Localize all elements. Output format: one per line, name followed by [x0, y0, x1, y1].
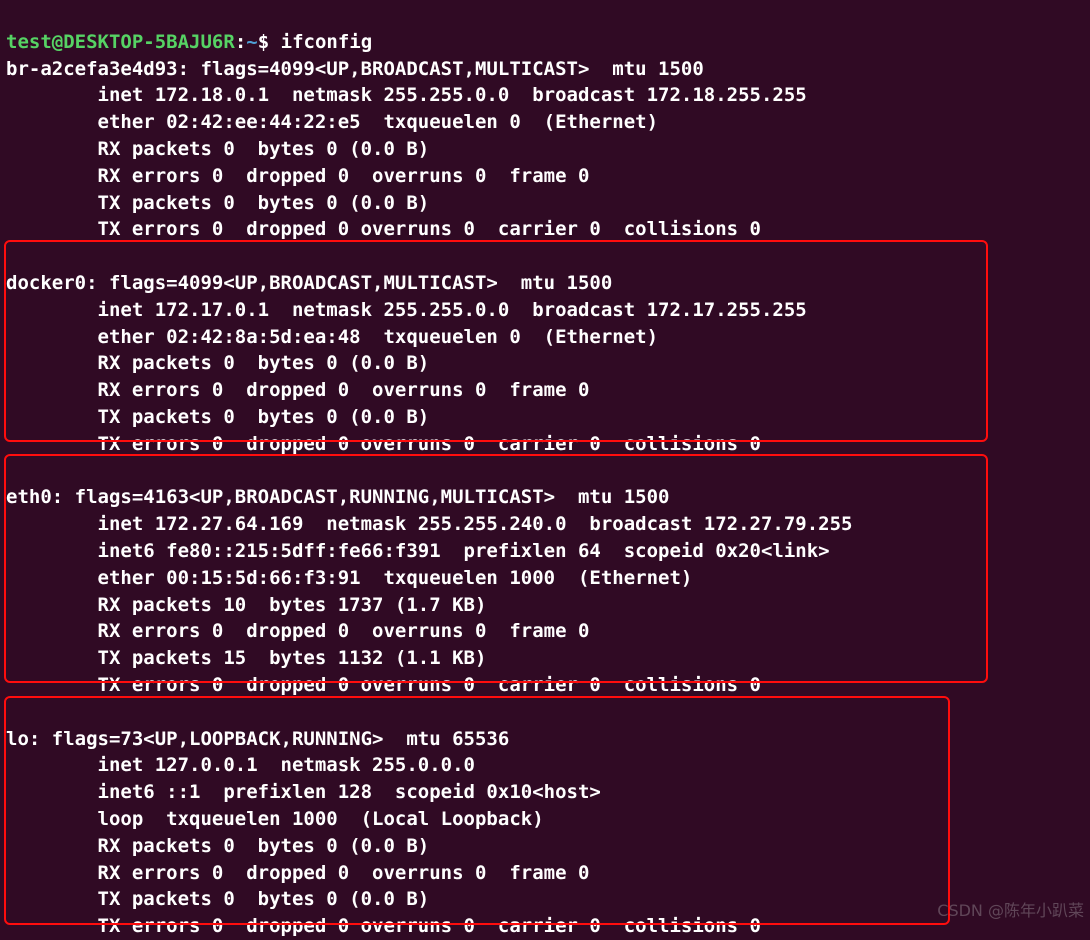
prompt-colon: : [235, 31, 246, 53]
blank [6, 701, 17, 723]
iface0-rxp: RX packets 0 bytes 0 (0.0 B) [6, 138, 429, 160]
iface0-txe: TX errors 0 dropped 0 overruns 0 carrier… [6, 218, 761, 240]
iface2-ether: ether 00:15:5d:66:f3:91 txqueuelen 1000 … [6, 567, 692, 589]
iface0-head: br-a2cefa3e4d93: flags=4099<UP,BROADCAST… [6, 58, 704, 80]
iface0-ether: ether 02:42:ee:44:22:e5 txqueuelen 0 (Et… [6, 111, 658, 133]
iface0-inet: inet 172.18.0.1 netmask 255.255.0.0 broa… [6, 84, 807, 106]
blank [6, 460, 17, 482]
prompt-line: test@DESKTOP-5BAJU6R:~$ ifconfig [6, 31, 372, 53]
iface3-txe: TX errors 0 dropped 0 overruns 0 carrier… [6, 915, 761, 937]
prompt-path: ~ [246, 31, 257, 53]
iface3-head: lo: flags=73<UP,LOOPBACK,RUNNING> mtu 65… [6, 728, 509, 750]
iface1-ether: ether 02:42:8a:5d:ea:48 txqueuelen 0 (Et… [6, 326, 658, 348]
prompt-host: DESKTOP-5BAJU6R [63, 31, 235, 53]
iface1-rxp: RX packets 0 bytes 0 (0.0 B) [6, 352, 429, 374]
iface2-txe: TX errors 0 dropped 0 overruns 0 carrier… [6, 674, 761, 696]
iface0-rxe: RX errors 0 dropped 0 overruns 0 frame 0 [6, 165, 589, 187]
iface1-rxe: RX errors 0 dropped 0 overruns 0 frame 0 [6, 379, 589, 401]
iface2-rxe: RX errors 0 dropped 0 overruns 0 frame 0 [6, 620, 589, 642]
iface0-txp: TX packets 0 bytes 0 (0.0 B) [6, 192, 429, 214]
iface3-txp: TX packets 0 bytes 0 (0.0 B) [6, 888, 429, 910]
iface2-head: eth0: flags=4163<UP,BROADCAST,RUNNING,MU… [6, 486, 669, 508]
iface2-rxp: RX packets 10 bytes 1737 (1.7 KB) [6, 594, 486, 616]
command: ifconfig [281, 31, 373, 53]
iface1-txp: TX packets 0 bytes 0 (0.0 B) [6, 406, 429, 428]
iface2-inet: inet 172.27.64.169 netmask 255.255.240.0… [6, 513, 852, 535]
watermark: CSDN @陈年小趴菜 [937, 898, 1084, 925]
iface3-inet6: inet6 ::1 prefixlen 128 scopeid 0x10<hos… [6, 781, 601, 803]
prompt-dollar: $ [258, 31, 269, 53]
prompt-user: test [6, 31, 52, 53]
iface2-txp: TX packets 15 bytes 1132 (1.1 KB) [6, 647, 486, 669]
prompt-at: @ [52, 31, 63, 53]
iface3-rxp: RX packets 0 bytes 0 (0.0 B) [6, 835, 429, 857]
iface3-inet: inet 127.0.0.1 netmask 255.0.0.0 [6, 754, 475, 776]
iface3-rxe: RX errors 0 dropped 0 overruns 0 frame 0 [6, 862, 589, 884]
iface2-inet6: inet6 fe80::215:5dff:fe66:f391 prefixlen… [6, 540, 830, 562]
iface1-txe: TX errors 0 dropped 0 overruns 0 carrier… [6, 433, 761, 455]
iface1-head: docker0: flags=4099<UP,BROADCAST,MULTICA… [6, 272, 612, 294]
terminal-output[interactable]: test@DESKTOP-5BAJU6R:~$ ifconfig br-a2ce… [0, 0, 1090, 940]
iface1-inet: inet 172.17.0.1 netmask 255.255.0.0 broa… [6, 299, 807, 321]
blank [6, 245, 17, 267]
iface3-loop: loop txqueuelen 1000 (Local Loopback) [6, 808, 544, 830]
